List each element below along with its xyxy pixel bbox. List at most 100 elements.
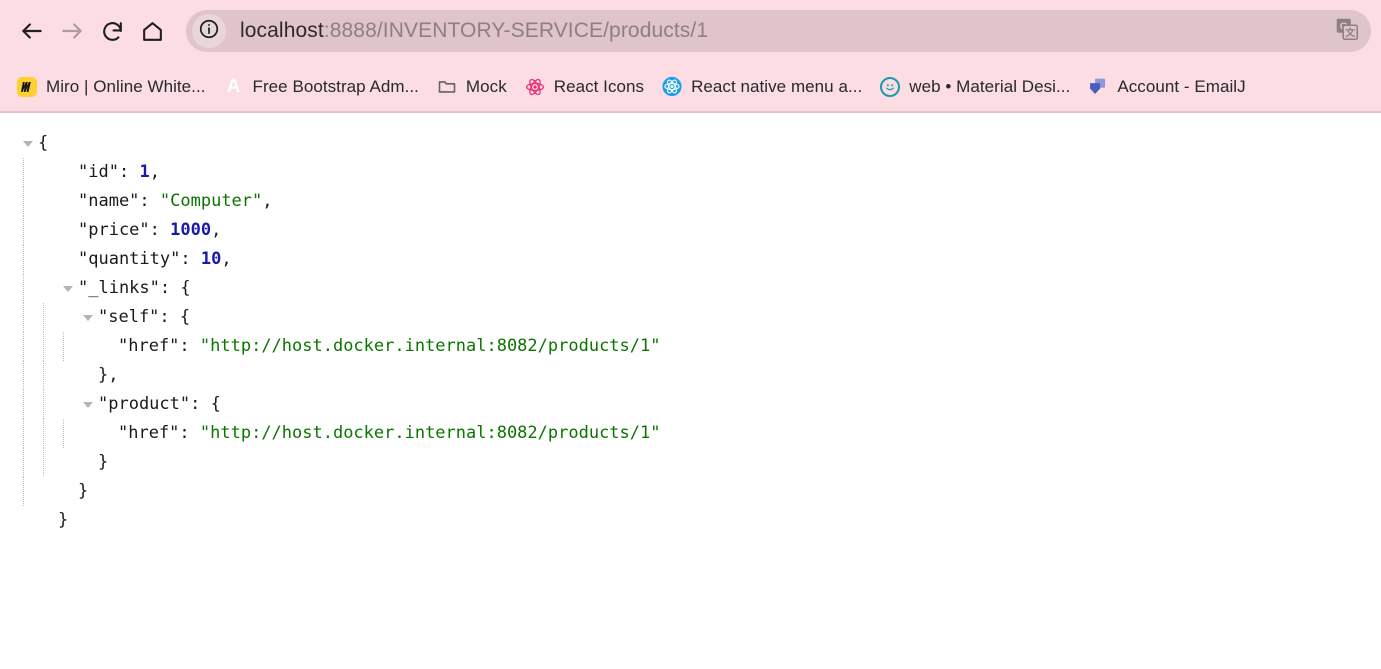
disclosure-triangle-root[interactable]: [18, 129, 38, 158]
back-button[interactable]: [12, 11, 52, 51]
indent-guide: [18, 245, 38, 274]
site-info-button[interactable]: [192, 14, 226, 48]
json-key-href: "href": [118, 336, 180, 356]
smiley-face-icon: [880, 76, 901, 97]
json-value-quantity: 10: [200, 249, 222, 269]
json-line: "self" : {: [18, 303, 1381, 332]
url-path: :8888/INVENTORY-SERVICE/products/1: [323, 19, 709, 42]
json-colon: :: [149, 220, 171, 240]
browser-toolbar: localhost:8888/INVENTORY-SERVICE/product…: [0, 0, 1381, 62]
json-line: "quantity" : 10 ,: [18, 245, 1381, 274]
indent-guide: [18, 216, 38, 245]
info-circle-icon: [198, 18, 220, 45]
url-host: localhost: [240, 19, 324, 42]
indent-guide: [58, 419, 78, 448]
miro-icon: [17, 76, 37, 97]
react-atom-pink-icon: [525, 77, 545, 97]
json-brace: {: [179, 307, 191, 327]
indent-guide: [38, 448, 58, 477]
bookmark-label: React native menu a...: [691, 76, 863, 96]
json-line: "product" : {: [18, 390, 1381, 419]
json-comma: ,: [211, 220, 222, 240]
json-line: "_links" : {: [18, 274, 1381, 303]
page-content: { "id" : 1 , "name" : "Computer" , "pric…: [0, 113, 1381, 669]
disclosure-triangle-product[interactable]: [78, 390, 98, 419]
bookmark-web-material-design[interactable]: web • Material Desi...: [871, 70, 1079, 104]
bookmark-label: Account - EmailJ: [1117, 76, 1246, 96]
translate-button[interactable]: G 文: [1327, 11, 1367, 51]
json-key-href: "href": [118, 423, 180, 443]
json-line: },: [18, 361, 1381, 390]
json-token: {: [38, 133, 49, 153]
json-colon: :: [179, 336, 200, 356]
indent-guide: [18, 361, 38, 390]
json-colon: :: [118, 162, 140, 182]
json-line: "id" : 1 ,: [18, 158, 1381, 187]
indent-guide: [18, 332, 38, 361]
json-brace-close: }: [78, 481, 89, 501]
forward-arrow-icon: [59, 18, 85, 44]
json-line: {: [18, 129, 1381, 158]
json-comma: ,: [221, 249, 232, 269]
bookmark-label: Free Bootstrap Adm...: [252, 76, 419, 96]
disclosure-triangle-links[interactable]: [58, 274, 78, 303]
json-comma: ,: [262, 191, 273, 211]
bookmark-label: web • Material Desi...: [909, 76, 1071, 96]
json-brace-close: },: [98, 365, 119, 385]
bookmark-account-emailjs[interactable]: Account - EmailJ: [1079, 70, 1254, 104]
back-arrow-icon: [19, 18, 45, 44]
indent-guide: [38, 390, 58, 419]
json-colon: :: [179, 423, 200, 443]
address-bar[interactable]: localhost:8888/INVENTORY-SERVICE/product…: [186, 10, 1371, 52]
svg-text:文: 文: [1345, 26, 1355, 39]
indent-guide: [18, 303, 38, 332]
json-key-links: "_links": [78, 278, 160, 298]
json-brace-close: }: [98, 452, 109, 472]
indent-guide: [18, 158, 38, 187]
bookmark-label: React Icons: [553, 76, 645, 96]
json-colon: :: [180, 249, 201, 269]
bookmark-free-bootstrap-admin[interactable]: A Free Bootstrap Adm...: [215, 70, 428, 104]
react-atom-blue-icon: [662, 76, 682, 97]
home-button[interactable]: [132, 11, 172, 51]
forward-button[interactable]: [52, 11, 92, 51]
reload-icon: [100, 19, 125, 44]
json-key-self: "self": [98, 307, 160, 327]
json-value-href-product: "http://host.docker.internal:8082/produc…: [199, 423, 661, 443]
json-value-id: 1: [139, 162, 150, 182]
bookmark-miro[interactable]: Miro | Online White...: [8, 70, 215, 104]
indent-guide: [18, 448, 38, 477]
home-icon: [140, 19, 165, 44]
indent-guide: [58, 332, 78, 361]
folder-icon: [437, 77, 457, 97]
json-brace: {: [210, 394, 221, 414]
json-value-price: 1000: [170, 220, 212, 240]
address-bar-input[interactable]: localhost:8888/INVENTORY-SERVICE/product…: [240, 10, 1327, 52]
json-line: "name" : "Computer" ,: [18, 187, 1381, 216]
bookmark-mock[interactable]: Mock: [428, 70, 516, 104]
json-key-id: "id": [78, 162, 119, 182]
indent-guide: [18, 419, 38, 448]
google-translate-icon: G 文: [1334, 16, 1360, 47]
indent-guide: [38, 361, 58, 390]
bookmark-react-native-menu[interactable]: React native menu a...: [653, 70, 871, 104]
bookmark-label: Mock: [465, 76, 507, 96]
json-viewer: { "id" : 1 , "name" : "Computer" , "pric…: [0, 129, 1381, 535]
bookmark-react-icons[interactable]: React Icons: [516, 70, 653, 104]
json-brace-close: }: [58, 510, 69, 530]
json-colon: :: [190, 394, 211, 414]
json-colon: :: [159, 278, 181, 298]
bookmark-label: Miro | Online White...: [46, 76, 206, 96]
indent-guide: [38, 303, 58, 332]
browser-window: localhost:8888/INVENTORY-SERVICE/product…: [0, 0, 1381, 669]
json-key-name: "name": [78, 191, 140, 211]
json-brace: {: [180, 278, 191, 298]
indent-guide: [38, 332, 58, 361]
reload-button[interactable]: [92, 11, 132, 51]
json-comma: ,: [149, 162, 160, 182]
json-value-name: "Computer": [159, 191, 263, 211]
disclosure-triangle-self[interactable]: [78, 303, 98, 332]
bookmarks-bar: Miro | Online White... A Free Bootstrap …: [0, 62, 1381, 113]
json-key-product: "product": [98, 394, 191, 414]
json-colon: :: [159, 307, 180, 327]
